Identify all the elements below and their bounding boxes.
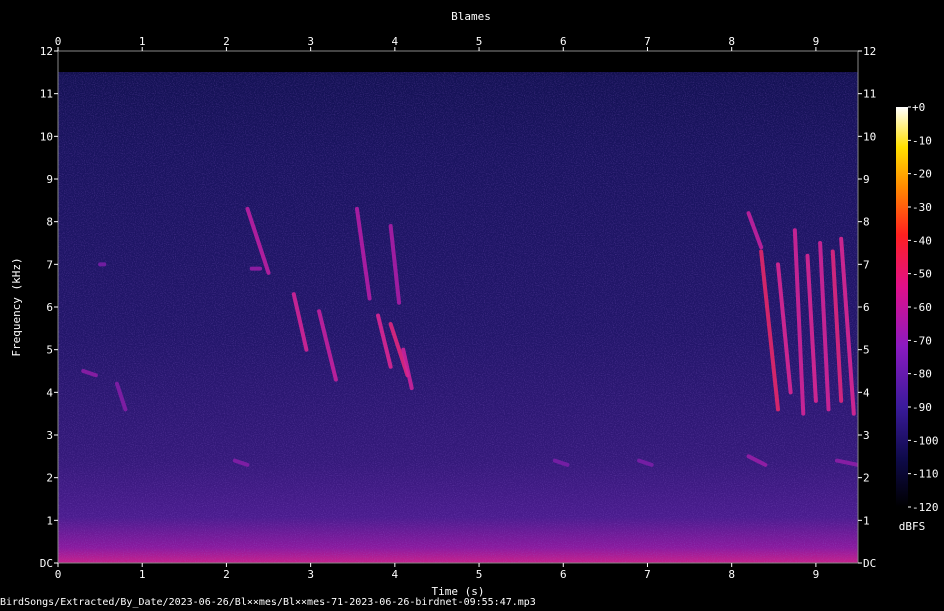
y-tick-right-label: 11 xyxy=(863,88,876,101)
y-tick-right-label: 2 xyxy=(863,472,870,485)
colorbar-tick-label: -120 xyxy=(912,501,939,514)
y-tick-left-label: 12 xyxy=(40,45,53,58)
y-tick-right-label: 12 xyxy=(863,45,876,58)
y-tick-left-label: DC xyxy=(40,557,53,570)
colorbar-tick-label: -60 xyxy=(912,301,932,314)
y-tick-left-label: 7 xyxy=(46,258,53,271)
x-tick-top-label: 1 xyxy=(139,35,146,48)
colorbar-tick-label: -110 xyxy=(912,468,939,481)
x-tick-bottom-label: 3 xyxy=(307,568,314,581)
colorbar-tick-label: -80 xyxy=(912,368,932,381)
colorbar xyxy=(896,107,908,507)
y-axis-left: DC123456789101112 xyxy=(40,45,58,570)
colorbar-tick-label: -50 xyxy=(912,268,932,281)
y-tick-left-label: 6 xyxy=(46,301,53,314)
x-tick-top-label: 7 xyxy=(644,35,651,48)
y-tick-right-label: DC xyxy=(863,557,876,570)
x-tick-bottom-label: 4 xyxy=(392,568,399,581)
y-axis-right: DC123456789101112 xyxy=(858,45,876,570)
x-tick-bottom-label: 7 xyxy=(644,568,651,581)
x-tick-top-label: 8 xyxy=(728,35,735,48)
x-tick-top-label: 0 xyxy=(55,35,62,48)
x-tick-bottom-label: 9 xyxy=(813,568,820,581)
y-tick-right-label: 6 xyxy=(863,301,870,314)
y-axis-label: Frequency (kHz) xyxy=(10,257,23,356)
chart-title: Blames xyxy=(451,10,491,23)
y-tick-left-label: 8 xyxy=(46,216,53,229)
y-tick-right-label: 5 xyxy=(863,344,870,357)
x-tick-bottom-label: 2 xyxy=(223,568,230,581)
y-tick-right-label: 9 xyxy=(863,173,870,186)
y-tick-left-label: 5 xyxy=(46,344,53,357)
x-tick-bottom-label: 6 xyxy=(560,568,567,581)
x-tick-top-label: 5 xyxy=(476,35,483,48)
y-tick-left-label: 2 xyxy=(46,472,53,485)
colorbar-tick-label: +0 xyxy=(912,101,925,114)
x-tick-top-label: 6 xyxy=(560,35,567,48)
x-tick-bottom-label: 8 xyxy=(728,568,735,581)
colorbar-tick-label: -70 xyxy=(912,334,932,347)
x-tick-bottom-label: 0 xyxy=(55,568,62,581)
y-tick-left-label: 1 xyxy=(46,514,53,527)
x-axis-top: 0 1 2 3 4 5 6 7 8 9 xyxy=(55,35,820,51)
colorbar-tick-label: -100 xyxy=(912,434,939,447)
x-tick-bottom-label: 1 xyxy=(139,568,146,581)
y-tick-left-label: 10 xyxy=(40,130,53,143)
x-tick-top-label: 2 xyxy=(223,35,230,48)
x-tick-bottom-label: 5 xyxy=(476,568,483,581)
y-tick-left-label: 11 xyxy=(40,88,53,101)
colorbar-label: dBFS xyxy=(899,520,926,533)
y-tick-right-label: 1 xyxy=(863,514,870,527)
colorbar-tick-label: -90 xyxy=(912,401,932,414)
y-tick-right-label: 4 xyxy=(863,386,870,399)
file-path: BirdSongs/Extracted/By_Date/2023-06-26/B… xyxy=(0,597,536,608)
colorbar-tick-label: -20 xyxy=(912,168,932,181)
y-tick-right-label: 8 xyxy=(863,216,870,229)
colorbar-tick-label: -30 xyxy=(912,201,932,214)
x-tick-top-label: 3 xyxy=(307,35,314,48)
x-tick-top-label: 4 xyxy=(392,35,399,48)
colorbar-ticks: +0 -10 -20 -30 -40 -50 -60 -70 -80 -90 -100 -110 -12… xyxy=(908,101,939,514)
y-tick-left-label: 9 xyxy=(46,173,53,186)
y-tick-left-label: 3 xyxy=(46,429,53,442)
x-axis-bottom: 0 1 2 3 4 5 6 7 8 9 xyxy=(55,563,820,581)
x-tick-top-label: 9 xyxy=(813,35,820,48)
top-dark-band xyxy=(58,51,858,72)
colorbar-tick-label: -10 xyxy=(912,134,932,147)
noise-texture xyxy=(58,51,858,563)
spectrogram-chart: Blames 0123456789 0123456789 DC123456789… xyxy=(10,10,939,598)
y-tick-right-label: 10 xyxy=(863,130,876,143)
y-tick-left-label: 4 xyxy=(46,386,53,399)
y-tick-right-label: 7 xyxy=(863,258,870,271)
colorbar-tick-label: -40 xyxy=(912,234,932,247)
y-tick-right-label: 3 xyxy=(863,429,870,442)
